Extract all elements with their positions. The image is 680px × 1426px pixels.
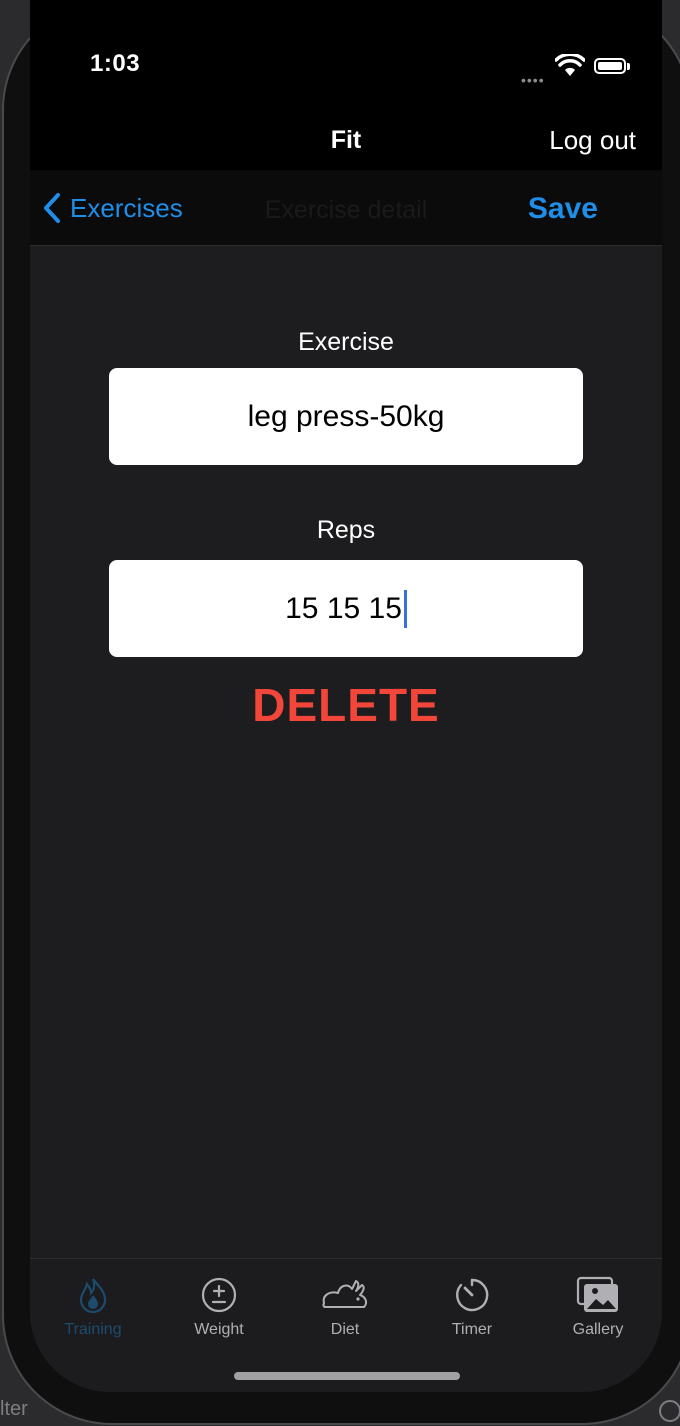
- exercise-field[interactable]: leg press-50kg: [109, 368, 583, 465]
- logout-button[interactable]: Log out: [549, 125, 636, 156]
- plus-minus-icon: [201, 1277, 237, 1313]
- dynamic-island: [180, 26, 510, 86]
- phone-screen: 1:03 •••• Fit Log out Exercises Exercise…: [30, 0, 662, 1392]
- cellular-signal-icon: ••••: [521, 72, 545, 88]
- tab-label: Weight: [194, 1321, 244, 1338]
- status-time: 1:03: [90, 50, 141, 77]
- exercise-value: leg press-50kg: [247, 399, 445, 433]
- tab-timer[interactable]: Timer: [412, 1275, 532, 1339]
- reps-label: Reps: [316, 516, 376, 544]
- exercise-label: Exercise: [298, 328, 394, 356]
- reps-field[interactable]: 15 15 15: [109, 560, 583, 657]
- text-caret: [403, 589, 407, 628]
- filter-icon[interactable]: [659, 1400, 680, 1422]
- reps-value: 15 15 15: [285, 591, 402, 625]
- tab-gallery[interactable]: Gallery: [538, 1275, 658, 1339]
- photos-icon: [576, 1276, 618, 1312]
- navigation-bar: Exercises Exercise detail Save: [30, 170, 662, 246]
- rabbit-icon: [322, 1280, 368, 1308]
- status-bar: 1:03 ••••: [30, 0, 662, 110]
- tab-weight[interactable]: Weight: [159, 1275, 279, 1339]
- tab-label: Gallery: [572, 1321, 624, 1338]
- filter-text: lter: [0, 1398, 28, 1420]
- exercise-detail-form: Exercise leg press-50kg Reps 15 15 15 DE…: [30, 246, 662, 1258]
- tab-label: Diet: [330, 1321, 360, 1338]
- home-indicator[interactable]: [234, 1372, 460, 1380]
- battery-icon: [594, 58, 626, 74]
- tab-training[interactable]: Training: [33, 1275, 153, 1339]
- battery-cap: [627, 63, 630, 70]
- timer-icon: [456, 1278, 489, 1312]
- app-header: Fit Log out: [30, 110, 662, 170]
- tab-label: Timer: [451, 1321, 493, 1338]
- flame-icon: [79, 1278, 107, 1314]
- delete-button[interactable]: DELETE: [30, 678, 662, 732]
- tab-label: Training: [64, 1321, 122, 1338]
- save-button[interactable]: Save: [528, 192, 598, 226]
- tab-diet[interactable]: Diet: [285, 1275, 405, 1339]
- wifi-icon: [555, 54, 585, 76]
